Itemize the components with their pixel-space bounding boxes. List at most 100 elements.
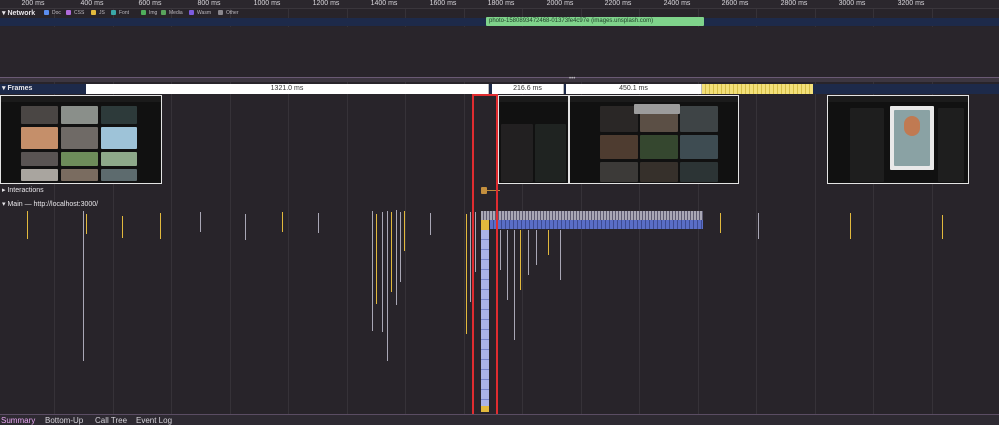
legend-item[interactable]: Doc [44, 10, 61, 17]
frame-duration-3[interactable]: 450.1 ms [566, 84, 702, 94]
photo-tile [600, 106, 638, 132]
tab-summary[interactable]: Summary [1, 416, 35, 425]
event-sliver[interactable] [387, 211, 388, 361]
event-sliver[interactable] [758, 213, 759, 239]
tick-label: 200 ms [21, 0, 45, 7]
event-sliver[interactable] [942, 215, 943, 239]
event-sliver[interactable] [850, 213, 851, 239]
expand-arrow-icon[interactable]: ▾ [2, 10, 6, 17]
main-track-title[interactable]: ▾ Main — http://localhost:3000/ [2, 200, 98, 209]
photo-tile [535, 124, 566, 182]
tab-call-tree[interactable]: Call Tree [95, 416, 127, 425]
event-sliver[interactable] [507, 230, 508, 300]
event-sliver[interactable] [470, 212, 471, 302]
event-sliver[interactable] [520, 230, 521, 290]
interactions-track-title[interactable]: ▸ Interactions [2, 186, 44, 195]
event-sliver[interactable] [404, 211, 405, 251]
legend-label: Doc [52, 10, 61, 16]
tick-label: 3000 ms [838, 0, 866, 7]
legend-label: JS [99, 10, 105, 16]
tick-label: 2800 ms [780, 0, 808, 7]
frame-duration-2[interactable]: 216.6 ms [492, 84, 564, 94]
photo-tile [101, 152, 137, 166]
legend-item[interactable]: Font [111, 10, 129, 17]
event-sliver[interactable] [720, 213, 721, 233]
photo-tile [21, 152, 58, 166]
task-bar-strip[interactable] [481, 211, 703, 220]
event-sliver[interactable] [282, 212, 283, 232]
interactions-track-label: Interactions [7, 187, 44, 194]
event-sliver[interactable] [83, 211, 84, 361]
frame-screenshot-1[interactable] [0, 95, 162, 184]
network-request-bar[interactable]: photo-1580893472468-01373fe4c97e (images… [486, 17, 704, 26]
event-sliver[interactable] [391, 212, 392, 292]
event-sliver[interactable] [400, 212, 401, 282]
event-sliver[interactable] [536, 230, 537, 265]
legend-item[interactable]: Other [218, 10, 239, 17]
event-sliver[interactable] [548, 230, 549, 255]
tick-label: 2600 ms [721, 0, 749, 7]
event-sliver[interactable] [514, 230, 515, 340]
frames-track-title[interactable]: ▾ Frames [2, 84, 32, 93]
legend-swatch-icon [66, 10, 71, 15]
frame-screenshot-4[interactable] [827, 95, 969, 184]
event-sliver[interactable] [245, 214, 246, 240]
legend-item[interactable]: Media [161, 10, 183, 17]
panel-divider[interactable] [0, 77, 999, 82]
legend-item[interactable]: Wasm [189, 10, 211, 17]
event-sliver[interactable] [318, 213, 319, 233]
event-sliver[interactable] [500, 230, 501, 270]
photo-tile [61, 169, 98, 181]
photo-tile [850, 108, 884, 182]
network-track-body [0, 27, 999, 77]
photo-tile [101, 106, 137, 124]
legend-label: CSS [74, 10, 85, 16]
legend-item[interactable]: Img [141, 10, 157, 17]
frame-screenshot-3[interactable] [569, 95, 739, 184]
tab-event-log[interactable]: Event Log [136, 416, 172, 425]
resize-grip-icon[interactable]: ••• [569, 76, 575, 82]
expand-arrow-icon[interactable]: ▾ [2, 85, 6, 92]
legend-label: Wasm [197, 10, 211, 16]
event-sliver[interactable] [430, 213, 431, 235]
legend-item[interactable]: CSS [66, 10, 84, 17]
network-track-label: Network [7, 10, 36, 17]
event-sliver[interactable] [396, 210, 397, 305]
photo-tile [600, 135, 638, 159]
screenshot-header [570, 96, 738, 102]
tick-label: 2200 ms [604, 0, 632, 7]
event-sliver[interactable] [200, 212, 201, 232]
event-sliver[interactable] [27, 211, 28, 239]
expand-arrow-icon[interactable]: ▾ [2, 201, 6, 208]
event-sliver[interactable] [122, 216, 123, 238]
legend-label: Font [119, 10, 130, 16]
portrait-face [904, 116, 920, 136]
event-sliver[interactable] [466, 214, 467, 334]
tick-label: 3200 ms [897, 0, 925, 7]
photo-tile [61, 152, 98, 166]
legend-item[interactable]: JS [91, 10, 105, 17]
tab-bottom-up[interactable]: Bottom-Up [45, 416, 83, 425]
legend-swatch-icon [111, 10, 116, 15]
event-sliver[interactable] [86, 214, 87, 234]
event-sliver[interactable] [160, 213, 161, 239]
photo-tile [101, 169, 137, 181]
rendering-event-strip[interactable] [490, 220, 703, 229]
frame-screenshot-2[interactable] [498, 95, 569, 184]
legend-swatch-icon [189, 10, 194, 15]
tick-label: 1200 ms [312, 0, 340, 7]
tick-label: 400 ms [80, 0, 104, 7]
event-sliver[interactable] [382, 212, 383, 332]
event-sliver[interactable] [372, 211, 373, 331]
event-sliver[interactable] [560, 230, 561, 280]
network-track-title[interactable]: ▾ Network [2, 9, 35, 18]
event-sliver[interactable] [376, 214, 377, 304]
event-sliver[interactable] [528, 230, 529, 275]
collapse-arrow-icon[interactable]: ▸ [2, 187, 6, 194]
frame-duration-1[interactable]: 1321.0 ms [86, 84, 489, 94]
tick-label: 1000 ms [253, 0, 281, 7]
photo-tile [680, 135, 718, 159]
legend-swatch-icon [161, 10, 166, 15]
photo-tile [21, 127, 58, 149]
partial-frames-strip[interactable] [702, 84, 813, 94]
